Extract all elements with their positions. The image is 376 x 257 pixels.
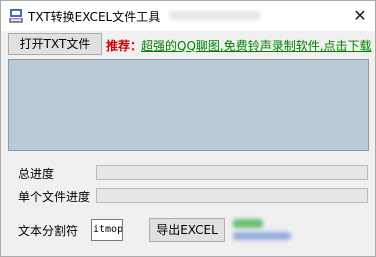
separator-input[interactable]: itmop xyxy=(91,219,123,241)
recommend-label: 推荐： xyxy=(106,39,143,53)
close-icon[interactable]: ✕ xyxy=(345,1,375,31)
app-window: TXT转换EXCEL文件工具 ✕ 打开TXT文件 推荐： 超强的QQ聊图,免费铃… xyxy=(0,0,376,257)
separator-label: 文本分割符 xyxy=(18,224,79,238)
site-logo xyxy=(233,217,291,243)
site-logo-bottom xyxy=(233,232,291,240)
title-bar: TXT转换EXCEL文件工具 ✕ xyxy=(1,1,375,31)
window-title: TXT转换EXCEL文件工具 xyxy=(28,10,161,24)
total-progress-label: 总进度 xyxy=(18,167,55,181)
single-file-progress-label: 单个文件进度 xyxy=(18,190,91,204)
site-logo-top xyxy=(233,219,263,228)
single-file-progress-bar xyxy=(96,188,368,203)
recommend-link[interactable]: 超强的QQ聊图,免费铃声录制软件,点击下载 xyxy=(141,37,376,54)
title-watermark xyxy=(169,11,261,20)
export-excel-button[interactable]: 导出EXCEL xyxy=(149,218,225,242)
app-icon xyxy=(8,8,24,24)
total-progress-bar xyxy=(96,165,368,180)
file-list-area[interactable] xyxy=(8,59,369,151)
open-txt-file-button[interactable]: 打开TXT文件 xyxy=(8,33,102,55)
